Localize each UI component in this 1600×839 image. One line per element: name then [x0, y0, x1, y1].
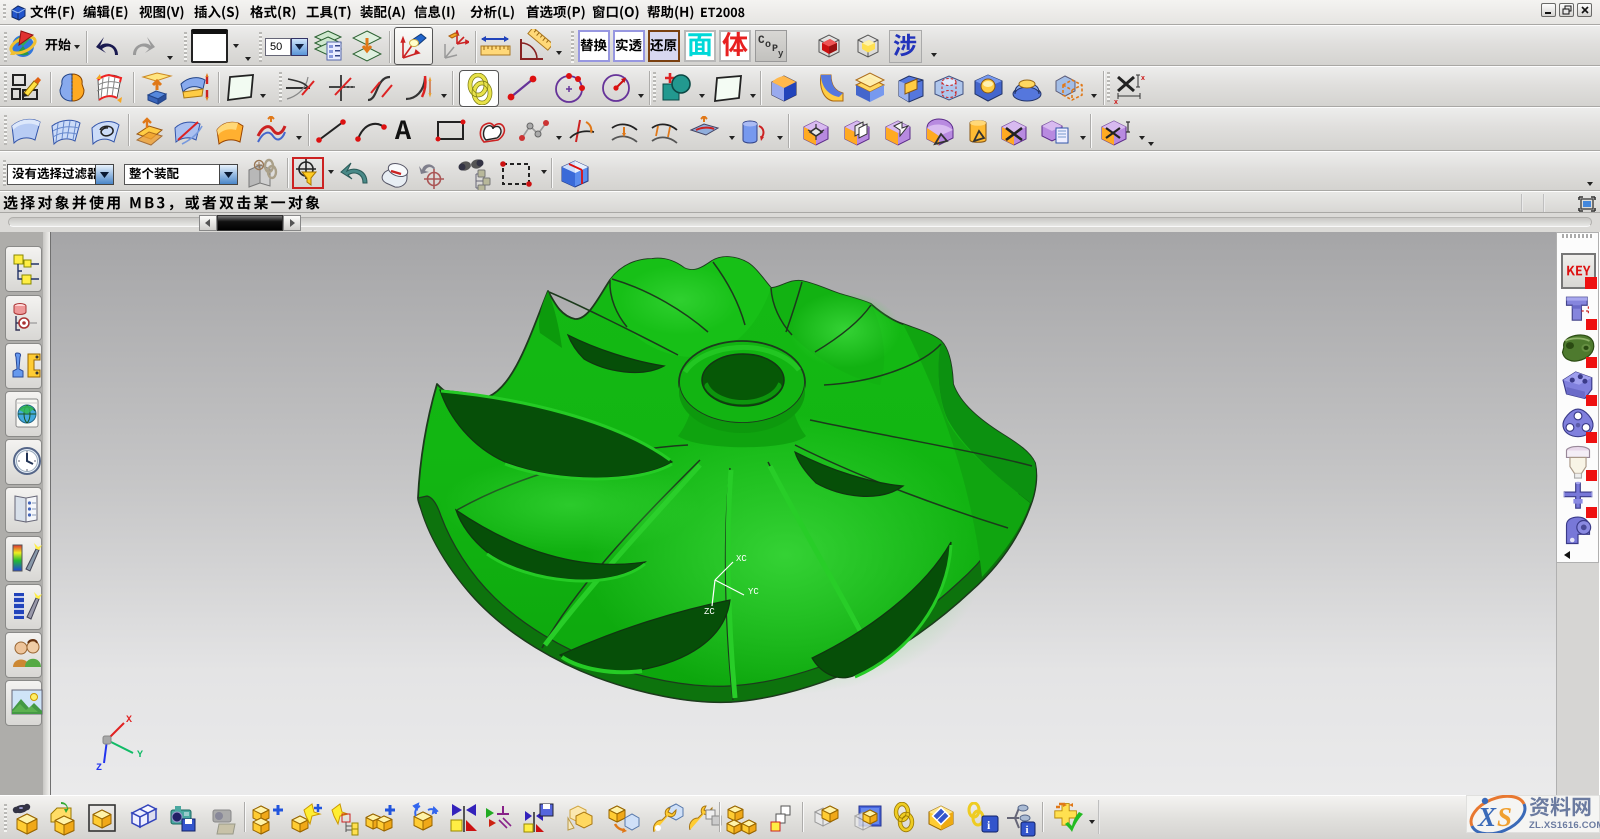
svg-text:Y: Y — [137, 750, 143, 761]
svg-text:XC: XC — [736, 554, 747, 564]
svg-text:y: y — [778, 49, 784, 59]
svg-text:X: X — [1477, 802, 1497, 832]
svg-text:S: S — [1497, 802, 1512, 832]
svg-text:x: x — [1141, 75, 1145, 82]
svg-text:C: C — [758, 35, 765, 47]
svg-text:Z: Z — [96, 763, 102, 774]
svg-text:YC: YC — [748, 587, 759, 597]
svg-text:ZC: ZC — [704, 607, 715, 617]
svg-text:X: X — [126, 715, 132, 726]
svg-text:i: i — [1026, 824, 1029, 836]
svg-text:o: o — [765, 40, 771, 51]
svg-text:x: x — [1114, 99, 1118, 105]
